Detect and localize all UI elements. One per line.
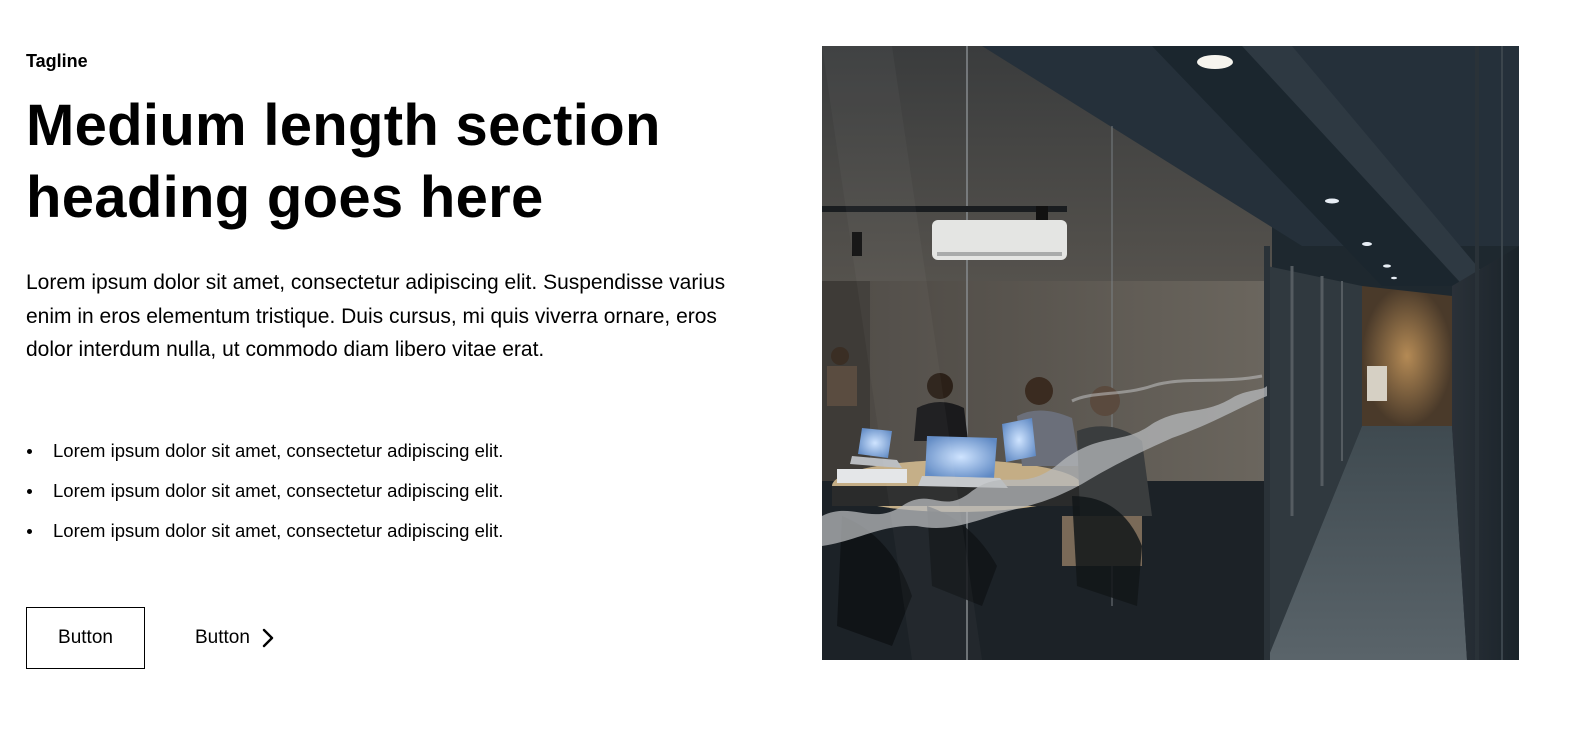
list-item-text: Lorem ipsum dolor sit amet, consectetur … <box>53 439 504 461</box>
bullet-icon <box>27 528 32 534</box>
list-item-text: Lorem ipsum dolor sit amet, consectetur … <box>53 479 504 501</box>
chevron-right-icon <box>262 628 274 648</box>
tagline: Tagline <box>26 51 88 71</box>
feature-section: Tagline Medium length section heading go… <box>0 0 1575 733</box>
button-group: Button Button <box>26 606 726 669</box>
list-item: Lorem ipsum dolor sit amet, consectetur … <box>26 431 726 471</box>
section-content: Tagline Medium length section heading go… <box>26 48 726 669</box>
secondary-button-label: Button <box>195 626 250 648</box>
bullet-list: Lorem ipsum dolor sit amet, consectetur … <box>26 431 726 551</box>
primary-button-label: Button <box>58 626 113 648</box>
section-heading: Medium length section heading goes here <box>26 93 661 230</box>
section-description: Lorem ipsum dolor sit amet, consectetur … <box>26 271 726 361</box>
list-item: Lorem ipsum dolor sit amet, consectetur … <box>26 471 726 511</box>
secondary-link-button[interactable]: Button <box>195 627 274 649</box>
office-meeting-room-photo <box>822 46 1519 660</box>
bullet-icon <box>27 488 32 494</box>
bullet-icon <box>27 448 32 454</box>
list-item: Lorem ipsum dolor sit amet, consectetur … <box>26 511 726 551</box>
primary-button[interactable]: Button <box>26 606 145 669</box>
list-item-text: Lorem ipsum dolor sit amet, consectetur … <box>53 519 504 541</box>
